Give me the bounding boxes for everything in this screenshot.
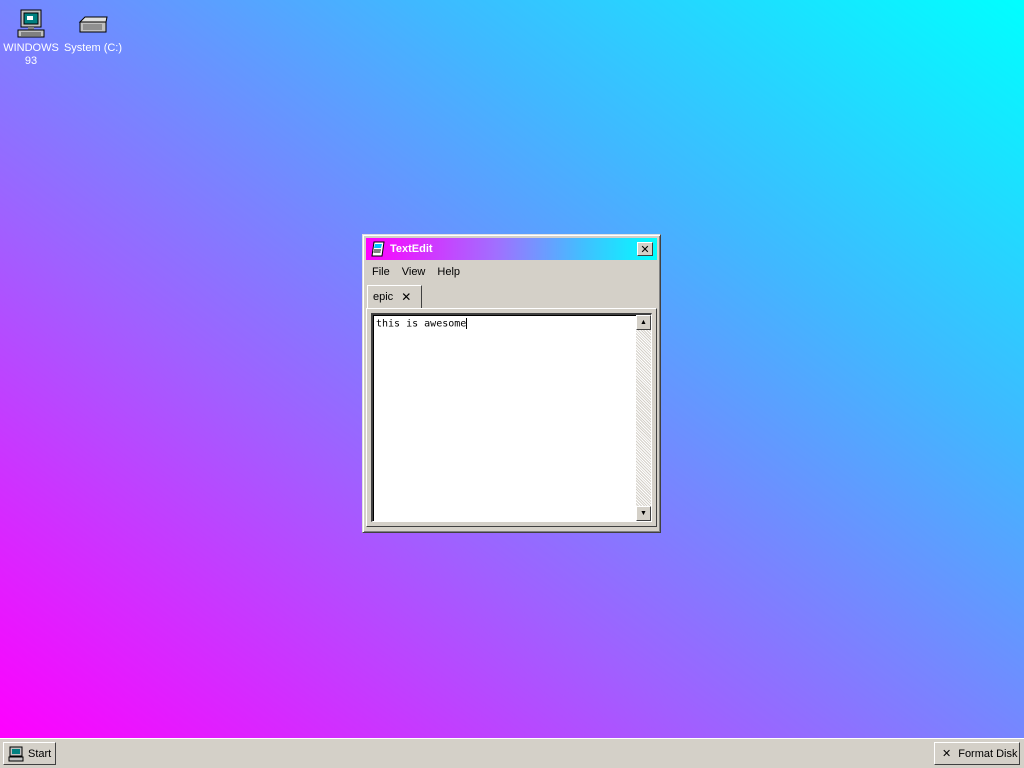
- textedit-icon: [371, 241, 385, 257]
- tab-epic[interactable]: epic ✕: [367, 285, 422, 308]
- start-label: Start: [28, 747, 52, 760]
- taskbar: Start ✕ Format Disk: [0, 738, 1024, 768]
- start-icon: [8, 746, 24, 761]
- close-icon: ✕: [942, 747, 952, 760]
- menu-view[interactable]: View: [396, 266, 432, 278]
- desktop-icon-system-drive[interactable]: System (C:): [62, 8, 124, 55]
- format-disk-label: Format Disk: [958, 747, 1018, 760]
- desktop-icon-windows93[interactable]: WINDOWS 93: [0, 8, 62, 68]
- text-caret: [466, 318, 468, 329]
- tab-panel: this is awesome ▲ ▼: [366, 308, 657, 527]
- arrow-down-icon: ▼: [640, 510, 647, 517]
- title-bar[interactable]: TextEdit ✕: [366, 238, 657, 260]
- close-button[interactable]: ✕: [637, 242, 653, 256]
- format-disk-button[interactable]: ✕ Format Disk: [934, 742, 1020, 765]
- tab-label: epic: [373, 291, 394, 303]
- desktop-icon-label: WINDOWS 93: [3, 42, 59, 67]
- text-editor[interactable]: this is awesome ▲ ▼: [371, 313, 652, 522]
- vertical-scrollbar[interactable]: ▲ ▼: [636, 315, 651, 521]
- close-icon: ✕: [640, 242, 650, 256]
- editor-content[interactable]: this is awesome: [376, 318, 468, 330]
- editor-text: this is awesome: [376, 318, 467, 330]
- drive-icon: [78, 16, 108, 33]
- menu-file[interactable]: File: [366, 266, 396, 278]
- desktop: WINDOWS 93 System (C:) TextEdit ✕ File V…: [0, 0, 1024, 738]
- arrow-up-icon: ▲: [640, 319, 647, 326]
- desktop-icon-label: System (C:): [63, 42, 123, 54]
- scroll-down-button[interactable]: ▼: [636, 506, 651, 521]
- tab-strip: epic ✕: [366, 285, 657, 309]
- textedit-window: TextEdit ✕ File View Help epic ✕ this is…: [362, 234, 661, 533]
- window-title: TextEdit: [390, 243, 433, 255]
- tab-close-icon[interactable]: ✕: [401, 290, 411, 304]
- computer-icon: [17, 9, 45, 38]
- start-button[interactable]: Start: [3, 742, 56, 765]
- scroll-up-button[interactable]: ▲: [636, 315, 651, 330]
- menu-help[interactable]: Help: [431, 266, 466, 278]
- menu-bar: File View Help: [366, 263, 466, 281]
